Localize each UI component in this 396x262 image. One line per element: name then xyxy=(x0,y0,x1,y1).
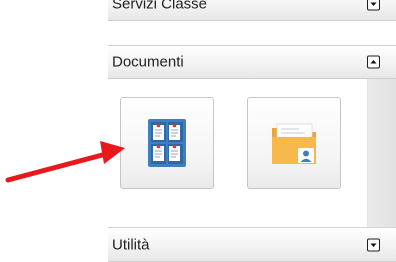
section-title: Servizi Classe xyxy=(112,0,208,13)
documenti-folder-button[interactable] xyxy=(247,97,341,189)
section-title: Utilità xyxy=(112,236,150,253)
expand-down-icon[interactable] xyxy=(367,238,380,251)
section-header-documenti[interactable]: Documenti xyxy=(108,45,396,79)
side-panel: Servizi Classe Documenti Utilità xyxy=(108,0,396,262)
content-scrollbar[interactable] xyxy=(367,79,396,227)
section-title: Documenti xyxy=(112,53,184,71)
document-board-icon xyxy=(148,119,186,167)
documenti-board-button[interactable] xyxy=(120,97,214,189)
folder-user-icon xyxy=(272,123,316,164)
section-header-servizi-classe[interactable]: Servizi Classe xyxy=(108,0,396,21)
section-header-utilita[interactable]: Utilità xyxy=(108,227,396,262)
collapse-up-icon[interactable] xyxy=(367,55,380,69)
expand-down-icon[interactable] xyxy=(367,0,380,11)
